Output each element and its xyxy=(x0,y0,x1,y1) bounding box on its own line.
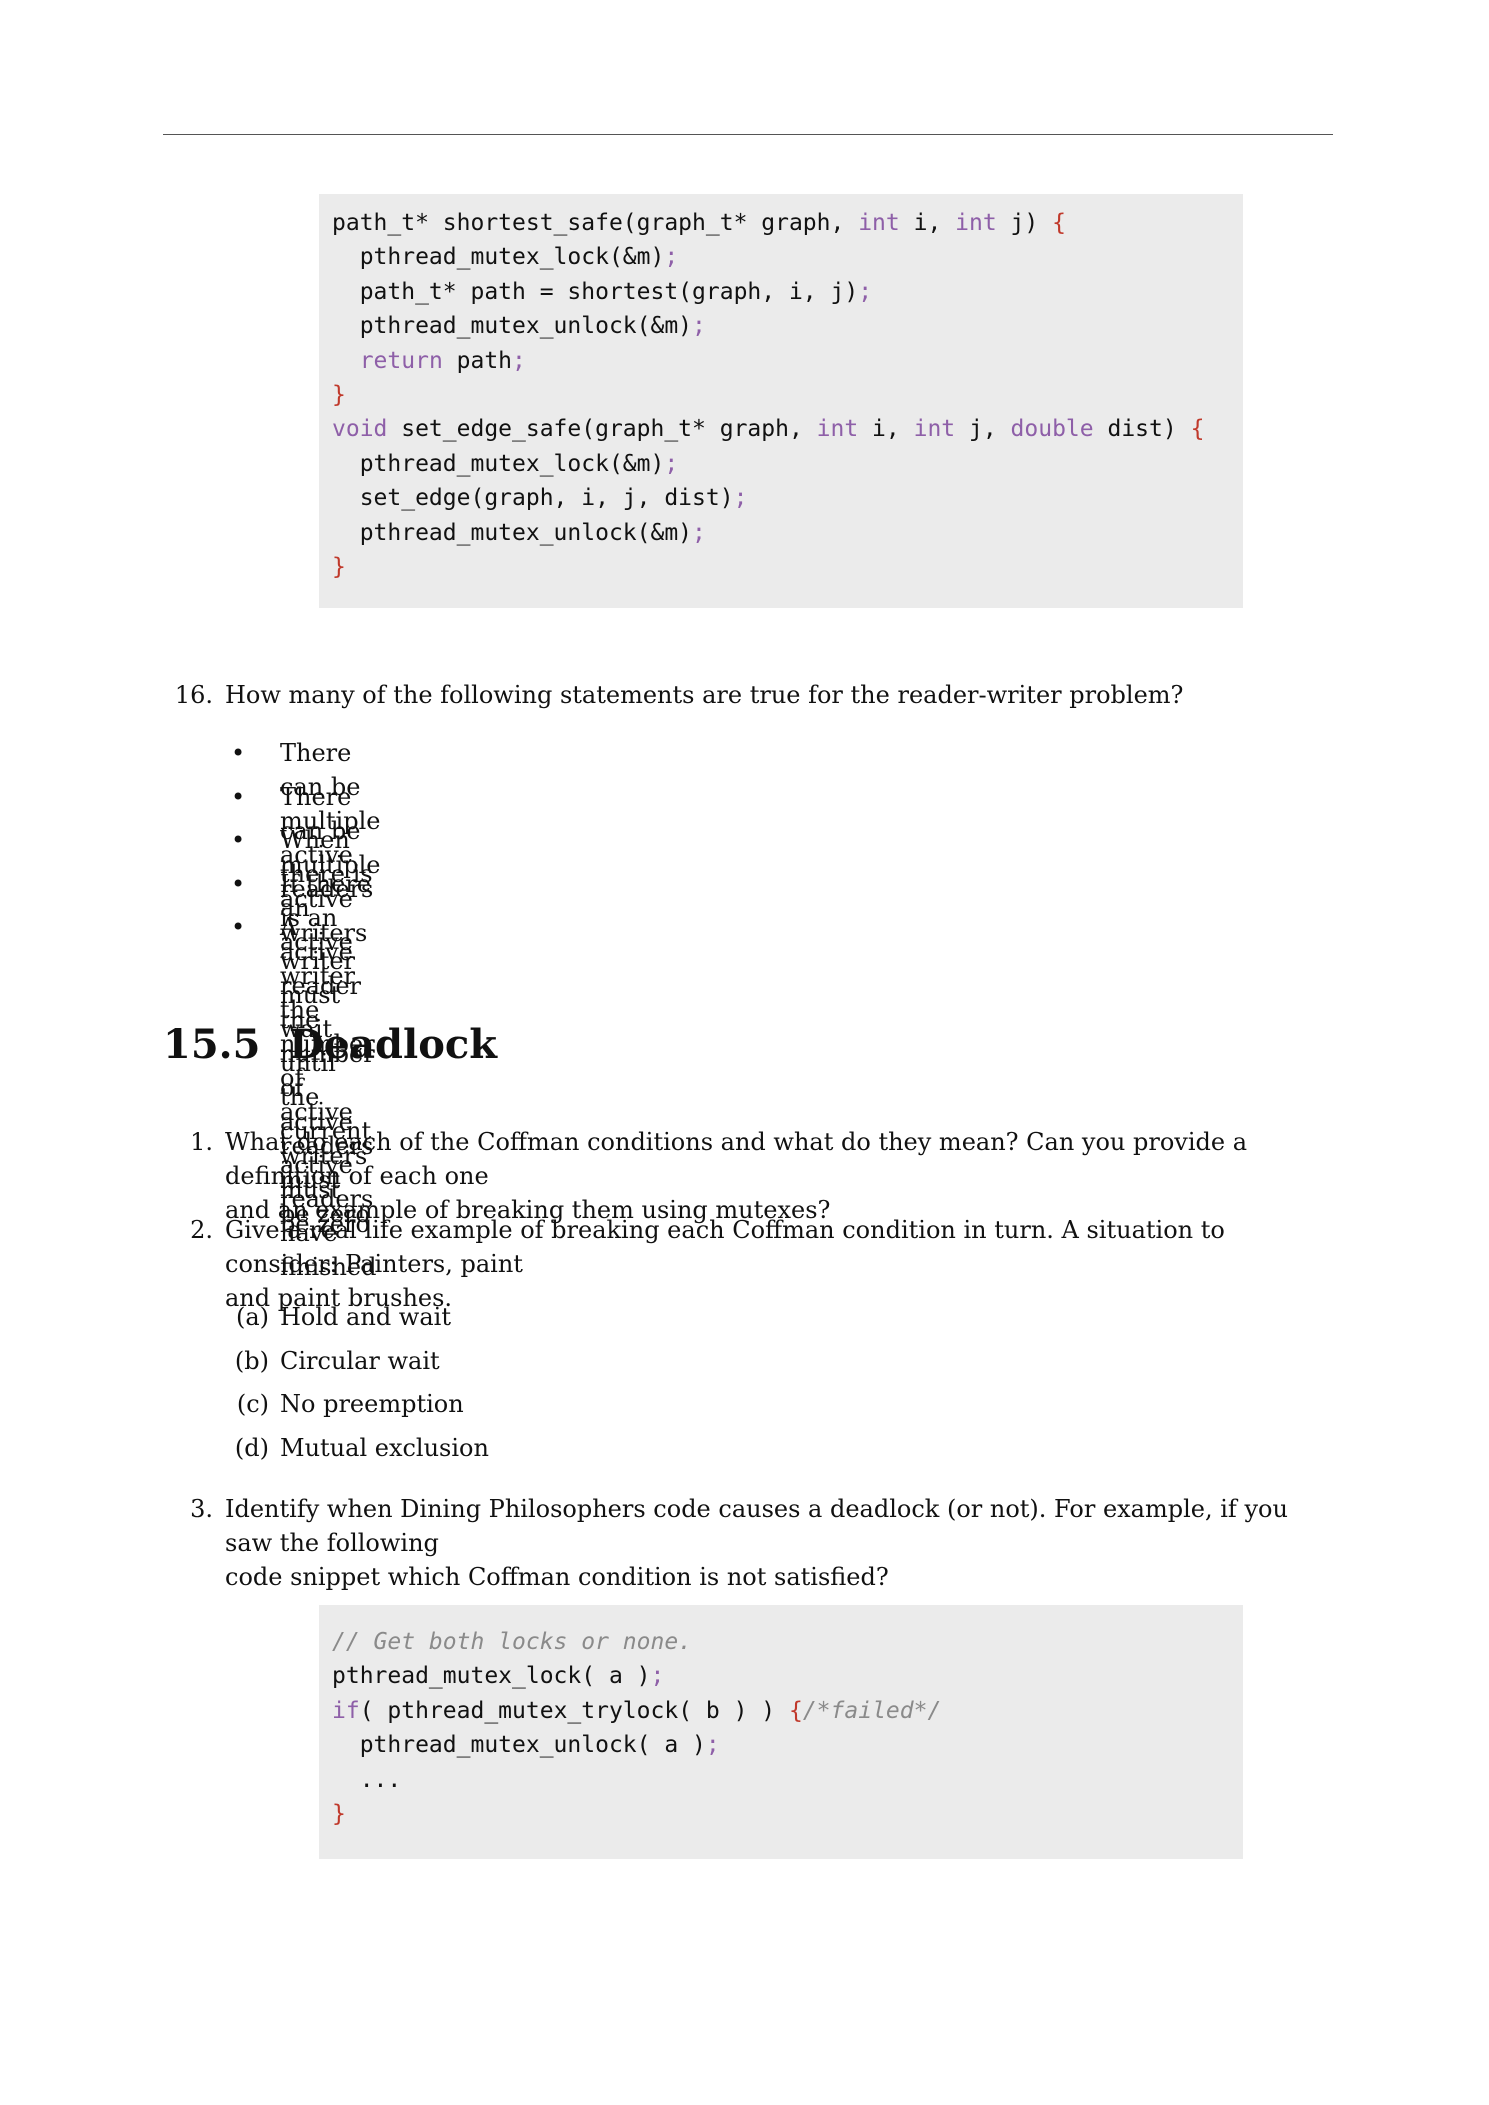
header-rule xyxy=(163,134,1333,135)
code-token: /*failed*/ xyxy=(802,1697,942,1724)
code-token: { xyxy=(788,1697,803,1724)
code-token: ; xyxy=(692,519,706,546)
code-block-trylock: // Get both locks or none. pthread_mutex_… xyxy=(319,1605,1243,1859)
question-text: How many of the following statements are… xyxy=(225,681,1184,709)
code-token: pthread_mutex_lock(&m) xyxy=(332,450,665,477)
question-number: 2. xyxy=(190,1216,213,1244)
list-item-tag: (d) xyxy=(234,1433,269,1462)
code-line: if( pthread_mutex_trylock( b ) ) {/*fail… xyxy=(332,1694,1243,1728)
question-number: 3. xyxy=(190,1495,213,1523)
code-line: ... xyxy=(332,1763,1243,1797)
code-token: set_edge(graph, i, j, dist) xyxy=(332,485,734,512)
list-item-label: Circular wait xyxy=(280,1346,440,1375)
code-token: // Get both locks or none. xyxy=(332,1629,693,1655)
code-token: ; xyxy=(692,313,706,340)
code-line: // Get both locks or none. xyxy=(332,1625,1243,1659)
section-number: 15.5 xyxy=(163,1021,261,1068)
code-line: return path; xyxy=(332,344,1243,378)
code-line: pthread_mutex_unlock(&m); xyxy=(332,309,1243,343)
question-text-line: Give a real life example of breaking eac… xyxy=(225,1216,1225,1278)
code-token: ; xyxy=(664,244,679,271)
code-token: j, xyxy=(955,416,1011,443)
code-token: ; xyxy=(705,1732,720,1759)
code-token: dist) xyxy=(1093,416,1191,443)
code-token: pthread_mutex_lock(&m) xyxy=(332,244,665,271)
bullet-icon: • xyxy=(231,739,246,767)
bullet-icon: • xyxy=(231,782,246,811)
section-heading: 15.5 Deadlock xyxy=(163,1020,497,1070)
question-text-line: What do each of the Coffman conditions a… xyxy=(225,1128,1248,1190)
code-token: { xyxy=(1052,210,1066,236)
code-block-shortest-safe: path_t* shortest_safe(graph_t* graph, in… xyxy=(319,194,1243,608)
question-number: 1. xyxy=(190,1128,213,1156)
code-token: return xyxy=(359,347,443,374)
question-text-line: Identify when Dining Philosophers code c… xyxy=(225,1495,1288,1557)
code-line: path_t* path = shortest(graph, i, j); xyxy=(332,275,1243,309)
code-token: path_t* path = shortest(graph, i, j) xyxy=(332,278,859,305)
code-token: double xyxy=(1010,416,1094,443)
code-line: set_edge(graph, i, j, dist); xyxy=(332,481,1243,515)
code-token: pthread_mutex_lock( a ) xyxy=(332,1663,651,1690)
question-text: What do each of the Coffman conditions a… xyxy=(225,1125,1333,1227)
code-token: int xyxy=(858,210,900,236)
code-token: if xyxy=(332,1697,360,1724)
code-line: pthread_mutex_lock(&m); xyxy=(332,447,1243,481)
bullet-icon: • xyxy=(231,869,246,898)
code-token: int xyxy=(955,210,997,236)
code-token: path xyxy=(442,347,513,374)
code-line: pthread_mutex_lock( a ); xyxy=(332,1659,1243,1693)
bullet-icon: • xyxy=(231,913,246,941)
code-line: pthread_mutex_unlock( a ); xyxy=(332,1728,1243,1762)
code-token: int xyxy=(913,416,956,443)
code-line: } xyxy=(332,550,1243,584)
question-text: Identify when Dining Philosophers code c… xyxy=(225,1492,1333,1594)
list-item-label: Mutual exclusion xyxy=(280,1433,489,1462)
code-token: void xyxy=(332,416,388,443)
code-token: ( pthread_mutex_trylock( b ) ) xyxy=(359,1697,789,1724)
code-token: int xyxy=(816,416,859,443)
code-token: pthread_mutex_unlock(&m) xyxy=(332,519,693,546)
bullet-icon: • xyxy=(231,826,246,854)
code-token: j) xyxy=(996,210,1053,236)
code-token: i, xyxy=(899,210,956,236)
code-token: ; xyxy=(733,485,748,512)
section-title: Deadlock xyxy=(289,1021,497,1068)
list-item-label: No preemption xyxy=(280,1390,464,1418)
code-line: pthread_mutex_lock(&m); xyxy=(332,240,1243,274)
list-item-tag: (b) xyxy=(234,1346,269,1375)
question-text-line: code snippet which Coffman condition is … xyxy=(225,1563,889,1591)
code-token: path_t* shortest_safe(graph_t* graph, xyxy=(332,210,859,236)
question-number: 16. xyxy=(174,681,213,709)
code-line: pthread_mutex_unlock(&m); xyxy=(332,516,1243,550)
code-token: { xyxy=(1190,416,1205,443)
code-token: pthread_mutex_unlock( a ) xyxy=(332,1732,706,1759)
list-item-label: Hold and wait xyxy=(280,1303,451,1331)
code-line: path_t* shortest_safe(graph_t* graph, in… xyxy=(332,206,1243,240)
code-token: } xyxy=(332,381,346,408)
code-token: } xyxy=(332,553,346,580)
code-token: i, xyxy=(858,416,914,443)
code-token: } xyxy=(332,1800,346,1827)
code-token: ... xyxy=(332,1766,402,1793)
list-item-tag: (c) xyxy=(236,1390,269,1418)
code-line: } xyxy=(332,378,1243,412)
code-token: ; xyxy=(650,1663,665,1690)
code-line: void set_edge_safe(graph_t* graph, int i… xyxy=(332,412,1243,446)
code-token: ; xyxy=(512,347,526,374)
code-token: set_edge_safe(graph_t* graph, xyxy=(387,416,817,443)
list-item-tag: (a) xyxy=(235,1303,269,1331)
code-token: ; xyxy=(858,278,873,305)
code-token: ; xyxy=(664,450,679,477)
code-token: pthread_mutex_unlock(&m) xyxy=(332,313,693,340)
code-line: } xyxy=(332,1797,1243,1831)
